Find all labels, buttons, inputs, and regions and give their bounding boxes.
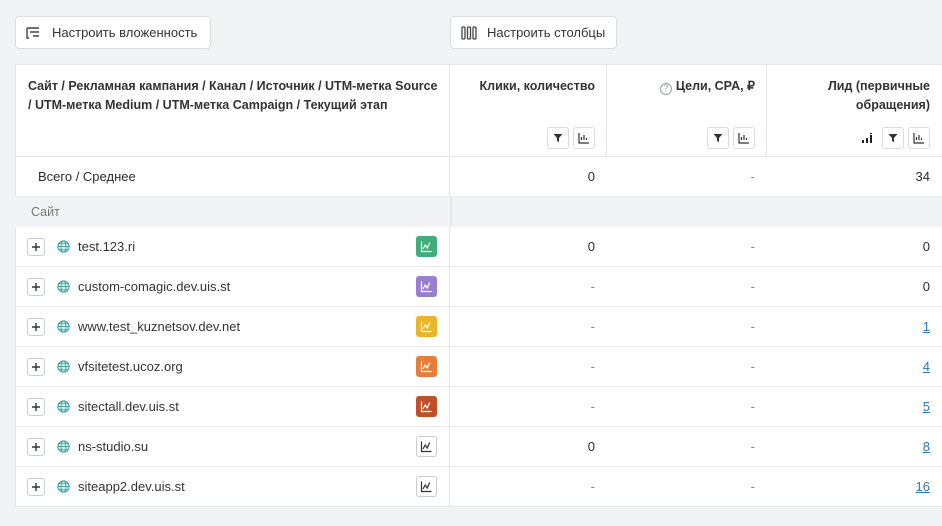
leads-value: 0 bbox=[922, 239, 930, 254]
header-dimension[interactable]: Сайт / Рекламная кампания / Канал / Исто… bbox=[15, 65, 450, 157]
table-row[interactable]: sitectall.dev.uis.st - -5 bbox=[15, 387, 942, 427]
total-goals: - bbox=[750, 169, 755, 184]
columns-icon bbox=[461, 25, 477, 40]
total-clicks: 0 bbox=[587, 169, 595, 184]
expand-icon[interactable] bbox=[27, 397, 45, 416]
clicks-value: 0 bbox=[587, 239, 595, 254]
help-icon[interactable]: ? bbox=[659, 82, 672, 95]
expand-icon[interactable] bbox=[27, 477, 45, 496]
globe-icon bbox=[57, 360, 70, 373]
clicks-value: - bbox=[590, 279, 595, 294]
table-row[interactable]: vfsitetest.ucoz.org - -4 bbox=[15, 347, 942, 387]
leads-value[interactable]: 4 bbox=[767, 347, 930, 387]
configure-columns-label: Настроить столбцы bbox=[487, 25, 606, 40]
clicks-value: - bbox=[590, 479, 595, 494]
leads-value[interactable]: 5 bbox=[767, 387, 930, 427]
table-row[interactable]: siteapp2.dev.uis.st - -16 bbox=[15, 467, 942, 507]
site-name[interactable]: www.test_kuznetsov.dev.net bbox=[78, 319, 240, 334]
clicks-value: - bbox=[590, 319, 595, 334]
header-leads[interactable]: Лид (первичные обращения) bbox=[766, 65, 942, 157]
leads-value[interactable]: 8 bbox=[767, 427, 930, 467]
goals-value: - bbox=[750, 359, 755, 374]
site-name[interactable]: ns-studio.su bbox=[78, 439, 148, 454]
line-chart-icon[interactable] bbox=[416, 316, 437, 337]
chart-settings-icon[interactable] bbox=[733, 127, 755, 149]
goals-value: - bbox=[750, 239, 755, 254]
goals-value: - bbox=[750, 399, 755, 414]
header-goals[interactable]: ? Цели, CPA, ₽ bbox=[606, 65, 767, 157]
filter-icon[interactable] bbox=[707, 127, 729, 149]
clicks-value: - bbox=[590, 399, 595, 414]
filter-icon[interactable] bbox=[882, 127, 904, 149]
total-leads: 34 bbox=[915, 169, 930, 184]
line-chart-icon[interactable] bbox=[416, 356, 437, 377]
table-row[interactable]: ns-studio.su 0 -8 bbox=[15, 427, 942, 467]
line-chart-icon[interactable] bbox=[416, 436, 437, 457]
table-header: Сайт / Рекламная кампания / Канал / Исто… bbox=[15, 64, 942, 157]
globe-icon bbox=[57, 480, 70, 493]
configure-columns-button[interactable]: Настроить столбцы bbox=[450, 16, 617, 49]
table-row[interactable]: www.test_kuznetsov.dev.net - -1 bbox=[15, 307, 942, 347]
sort-ascending-icon[interactable] bbox=[862, 133, 874, 143]
globe-icon bbox=[57, 320, 70, 333]
table-row[interactable]: test.123.ri 0 - 0 bbox=[15, 227, 942, 267]
report-table: Сайт / Рекламная кампания / Канал / Исто… bbox=[15, 64, 942, 526]
expand-icon[interactable] bbox=[27, 437, 45, 456]
header-dimension-label: Сайт / Рекламная кампания / Канал / Исто… bbox=[28, 79, 438, 112]
globe-icon bbox=[57, 400, 70, 413]
line-chart-icon[interactable] bbox=[416, 476, 437, 497]
globe-icon bbox=[57, 280, 70, 293]
expand-icon[interactable] bbox=[27, 237, 45, 256]
leads-value[interactable]: 16 bbox=[767, 467, 930, 507]
filter-icon[interactable] bbox=[547, 127, 569, 149]
chart-settings-icon[interactable] bbox=[573, 127, 595, 149]
clicks-value: - bbox=[590, 359, 595, 374]
total-label: Всего / Среднее bbox=[38, 169, 136, 184]
globe-icon bbox=[57, 440, 70, 453]
header-clicks[interactable]: Клики, количество bbox=[449, 65, 607, 157]
line-chart-icon[interactable] bbox=[416, 236, 437, 257]
goals-value: - bbox=[750, 479, 755, 494]
leads-value: 0 bbox=[922, 279, 930, 294]
configure-nesting-label: Настроить вложенность bbox=[52, 25, 198, 40]
site-name[interactable]: sitectall.dev.uis.st bbox=[78, 399, 179, 414]
table-row[interactable]: custom-comagic.dev.uis.st - - 0 bbox=[15, 267, 942, 307]
chart-settings-icon[interactable] bbox=[908, 127, 930, 149]
header-leads-label: Лид (первичные обращения) bbox=[828, 79, 930, 112]
leads-value[interactable]: 1 bbox=[767, 307, 930, 347]
goals-value: - bbox=[750, 319, 755, 334]
expand-icon[interactable] bbox=[27, 277, 45, 296]
site-name[interactable]: siteapp2.dev.uis.st bbox=[78, 479, 185, 494]
total-row: Всего / Среднее 0 - 34 bbox=[15, 157, 942, 197]
expand-icon[interactable] bbox=[27, 357, 45, 376]
line-chart-icon[interactable] bbox=[416, 276, 437, 297]
nesting-icon bbox=[26, 26, 42, 40]
group-header-site: Сайт bbox=[15, 197, 942, 227]
site-name[interactable]: vfsitetest.ucoz.org bbox=[78, 359, 183, 374]
expand-icon[interactable] bbox=[27, 317, 45, 336]
line-chart-icon[interactable] bbox=[416, 396, 437, 417]
goals-value: - bbox=[750, 279, 755, 294]
goals-value: - bbox=[750, 439, 755, 454]
globe-icon bbox=[57, 240, 70, 253]
configure-nesting-button[interactable]: Настроить вложенность bbox=[15, 16, 211, 49]
header-goals-label: Цели, CPA, ₽ bbox=[675, 79, 755, 93]
site-name[interactable]: test.123.ri bbox=[78, 239, 135, 254]
clicks-value: 0 bbox=[587, 439, 595, 454]
header-clicks-label: Клики, количество bbox=[479, 79, 595, 93]
group-label: Сайт bbox=[31, 205, 60, 219]
site-name[interactable]: custom-comagic.dev.uis.st bbox=[78, 279, 230, 294]
